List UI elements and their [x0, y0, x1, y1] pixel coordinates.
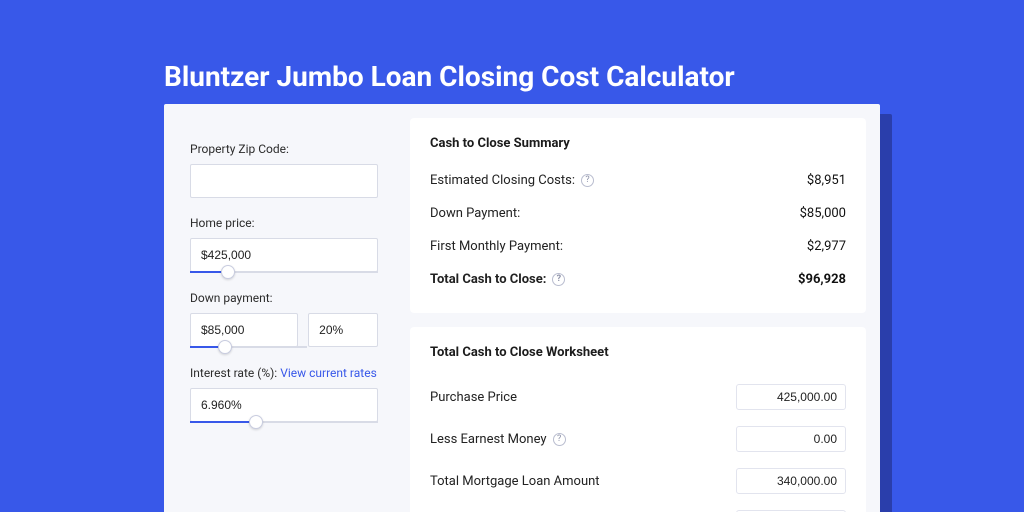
summary-row-value: $96,928 [798, 272, 846, 287]
summary-row-label: First Monthly Payment: [430, 239, 563, 254]
summary-row-value: $8,951 [807, 173, 846, 188]
worksheet-value-input[interactable] [736, 384, 846, 410]
help-icon[interactable]: ? [553, 433, 566, 446]
zip-label: Property Zip Code: [190, 142, 378, 156]
rate-label: Interest rate (%): [190, 366, 280, 380]
summary-row-value: $2,977 [807, 239, 846, 254]
home-price-input[interactable] [190, 238, 378, 272]
home-price-slider[interactable] [190, 271, 378, 273]
home-price-slider-thumb[interactable] [221, 265, 235, 279]
down-payment-label: Down payment: [190, 291, 378, 305]
worksheet-row: Total Second Mortgage Amount? [430, 502, 846, 512]
worksheet-row: Less Earnest Money? [430, 418, 846, 460]
worksheet-row: Purchase Price [430, 376, 846, 418]
rate-slider-thumb[interactable] [249, 415, 263, 429]
down-payment-pct-input[interactable] [308, 313, 378, 347]
rate-slider[interactable] [190, 421, 378, 423]
down-payment-input[interactable] [190, 313, 298, 347]
summary-row: Estimated Closing Costs:? $8,951 [430, 167, 846, 200]
worksheet-value-input[interactable] [736, 426, 846, 452]
worksheet-row-label: Less Earnest Money? [430, 432, 566, 447]
zip-field: Property Zip Code: [190, 142, 378, 198]
page-title: Bluntzer Jumbo Loan Closing Cost Calcula… [164, 60, 735, 93]
worksheet-row-label: Purchase Price [430, 390, 517, 405]
summary-row: Total Cash to Close:? $96,928 [430, 266, 846, 299]
summary-card: Cash to Close Summary Estimated Closing … [410, 118, 866, 313]
worksheet-row-label: Total Mortgage Loan Amount [430, 474, 600, 489]
rate-input[interactable] [190, 388, 378, 422]
calculator-panel: Property Zip Code: Home price: Down paym… [164, 104, 880, 512]
summary-row: Down Payment: $85,000 [430, 200, 846, 233]
worksheet-card: Total Cash to Close Worksheet Purchase P… [410, 327, 866, 512]
results-column: Cash to Close Summary Estimated Closing … [396, 104, 880, 512]
summary-rows: Estimated Closing Costs:? $8,951 Down Paym… [430, 167, 846, 299]
home-price-field: Home price: [190, 216, 378, 273]
down-payment-field: Down payment: [190, 291, 378, 348]
help-icon[interactable]: ? [552, 273, 565, 286]
down-payment-slider[interactable] [190, 346, 307, 348]
view-rates-link[interactable]: View current rates [280, 366, 377, 380]
rate-slider-fill [190, 421, 256, 423]
help-icon[interactable]: ? [581, 174, 594, 187]
summary-row-label: Down Payment: [430, 206, 520, 221]
worksheet-value-input[interactable] [736, 468, 846, 494]
rate-field: Interest rate (%): View current rates [190, 366, 378, 423]
worksheet-rows: Purchase Price Less Earnest Money? Total M… [430, 376, 846, 512]
summary-row-label: Total Cash to Close:? [430, 272, 565, 287]
worksheet-row: Total Mortgage Loan Amount [430, 460, 846, 502]
summary-heading: Cash to Close Summary [430, 136, 846, 151]
home-price-label: Home price: [190, 216, 378, 230]
summary-row-value: $85,000 [800, 206, 846, 221]
inputs-column: Property Zip Code: Home price: Down paym… [164, 104, 396, 512]
zip-input[interactable] [190, 164, 378, 198]
down-payment-slider-thumb[interactable] [218, 340, 232, 354]
worksheet-heading: Total Cash to Close Worksheet [430, 345, 846, 360]
summary-row-label: Estimated Closing Costs:? [430, 173, 594, 188]
summary-row: First Monthly Payment: $2,977 [430, 233, 846, 266]
